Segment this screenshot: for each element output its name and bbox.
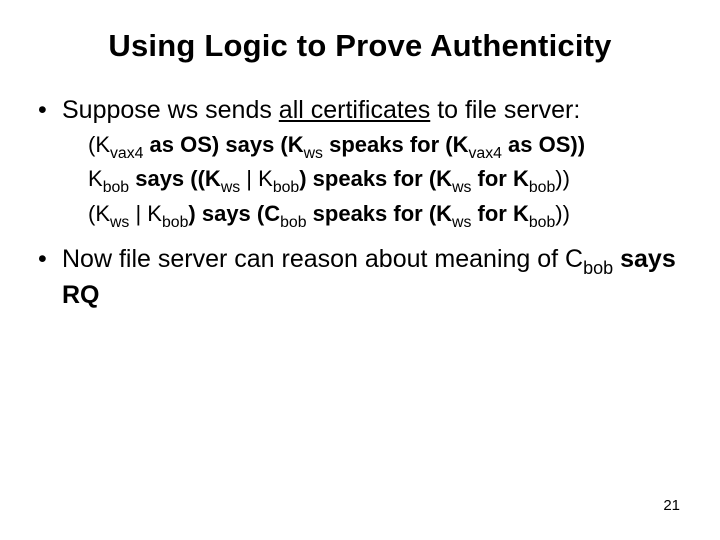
sub: vax4 [468,145,501,162]
sub: bob [280,214,306,231]
t: | K [129,201,162,226]
bullet-item-2: Now file server can reason about meaning… [36,243,684,311]
slide-title: Using Logic to Prove Authenticity [36,28,684,64]
logic-block: (Kvax4 as OS) says (Kws speaks for (Kvax… [88,130,684,233]
sub: bob [103,179,129,196]
t: | K [240,166,273,191]
slide: Using Logic to Prove Authenticity Suppos… [0,0,720,540]
sub: bob [529,214,555,231]
sub: bob [529,179,555,196]
t: as OS)) [502,132,585,157]
bullet-item-1: Suppose ws sends all certificates to fil… [36,94,684,233]
sub: ws [221,179,240,196]
t: for K [471,166,528,191]
sub: ws [110,214,129,231]
sub: ws [452,179,471,196]
page-number: 21 [663,497,680,514]
sub: bob [162,214,188,231]
sub: ws [304,145,323,162]
logic-line-3: (Kws | Kbob) says (Cbob speaks for (Kws … [88,199,684,233]
bullet-list: Suppose ws sends all certificates to fil… [36,94,684,311]
t: (K [88,201,110,226]
bullet1-post: to file server: [430,96,580,124]
t: speaks for (K [307,201,453,226]
t: K [88,166,103,191]
sub: ws [452,214,471,231]
t: ) speaks for (K [299,166,452,191]
t: speaks for (K [323,132,469,157]
t: says ((K [129,166,221,191]
t: )) [555,166,570,191]
t: as OS) says (K [143,132,303,157]
t: (K [88,132,110,157]
bullet1-underlined: all certificates [279,96,430,124]
sub: vax4 [110,145,143,162]
t: ) says (C [188,201,280,226]
t: for K [471,201,528,226]
bullet1-pre: Suppose ws sends [62,96,279,124]
sub: bob [273,179,299,196]
bullet2-pre: Now file server can reason about meaning… [62,245,583,273]
logic-line-2: Kbob says ((Kws | Kbob) speaks for (Kws … [88,164,684,198]
logic-line-1: (Kvax4 as OS) says (Kws speaks for (Kvax… [88,130,684,164]
sub: bob [583,258,613,278]
t: )) [555,201,570,226]
